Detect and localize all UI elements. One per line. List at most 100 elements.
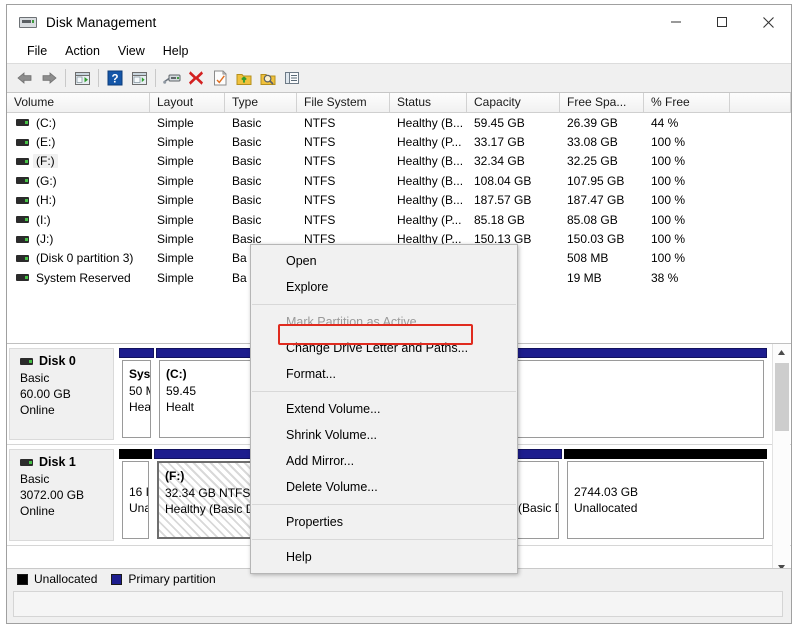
cell-status: Healthy (P... <box>397 135 462 150</box>
cell-fs: NTFS <box>304 193 336 208</box>
volume-icon <box>16 157 29 165</box>
menu-item-delete-volume[interactable]: Delete Volume... <box>251 474 517 500</box>
cell-capacity: 32.34 GB <box>474 154 525 169</box>
cell-free: 508 MB <box>567 251 609 266</box>
cell-free: 33.08 GB <box>567 135 618 150</box>
rescan-disks-icon[interactable] <box>160 66 184 90</box>
volume-icon <box>16 216 29 224</box>
cell-volume: (Disk 0 partition 3) <box>7 251 150 265</box>
export-list-icon[interactable] <box>232 66 256 90</box>
window-controls <box>653 5 791 39</box>
disk-info-panel[interactable]: Disk 1 Basic 3072.00 GB Online <box>9 449 114 541</box>
menu-item-properties[interactable]: Properties <box>251 509 517 535</box>
disk-title: Disk 0 <box>20 354 113 368</box>
up-one-level-icon[interactable] <box>70 66 94 90</box>
title-bar: Disk Management <box>7 5 791 39</box>
menu-action[interactable]: Action <box>56 42 109 60</box>
column-header-status[interactable]: Status <box>390 93 467 112</box>
legend-swatch-primary-partition <box>111 573 123 585</box>
table-row[interactable]: (F:) Simple Basic NTFS Healthy (B... 32.34 GB… <box>7 152 791 171</box>
cell-pct: 100 % <box>651 173 686 188</box>
detail-view-icon[interactable] <box>280 66 304 90</box>
properties-icon[interactable] <box>208 66 232 90</box>
column-header-type[interactable]: Type <box>225 93 297 112</box>
help-icon[interactable]: ? <box>103 66 127 90</box>
disk-name: Disk 1 <box>39 455 76 469</box>
column-header-percent-free[interactable]: % Free <box>644 93 730 112</box>
partition-block[interactable]: 2744.03 GB Unallocated <box>564 449 767 541</box>
menu-separator <box>252 504 516 505</box>
cell-pct: 100 % <box>651 212 686 227</box>
cell-capacity: 187.57 GB <box>474 193 532 208</box>
maximize-button[interactable] <box>699 5 745 39</box>
cell-type: Basic <box>232 173 262 188</box>
cell-layout: Simple <box>157 193 194 208</box>
scrollbar-thumb[interactable] <box>775 363 789 431</box>
cell-status: Healthy (B... <box>397 193 464 208</box>
disk-icon <box>20 458 33 466</box>
show-hide-console-tree-icon[interactable] <box>127 66 151 90</box>
delete-icon[interactable] <box>184 66 208 90</box>
menu-item-shrink-volume[interactable]: Shrink Volume... <box>251 422 517 448</box>
table-row[interactable]: (E:) Simple Basic NTFS Healthy (P... 33.17 GB… <box>7 132 791 151</box>
cell-capacity: 33.17 GB <box>474 135 525 150</box>
column-header-file-system[interactable]: File System <box>297 93 390 112</box>
volume-label: (G:) <box>36 173 57 188</box>
menu-help[interactable]: Help <box>154 42 198 60</box>
menu-item-change-drive-letter-and-paths[interactable]: Change Drive Letter and Paths... <box>251 335 517 361</box>
disk-type: Basic <box>20 371 50 385</box>
disk-icon <box>20 357 33 365</box>
volume-icon <box>16 274 29 282</box>
legend-label-primary-partition: Primary partition <box>128 572 216 586</box>
column-header-volume[interactable]: Volume <box>7 93 150 112</box>
table-row[interactable]: (C:) Simple Basic NTFS Healthy (B... 59.45 GB… <box>7 113 791 132</box>
volume-label: (F:) <box>33 154 58 169</box>
cell-free: 19 MB <box>567 270 602 285</box>
menu-item-add-mirror[interactable]: Add Mirror... <box>251 448 517 474</box>
menu-item-extend-volume[interactable]: Extend Volume... <box>251 396 517 422</box>
disk-size: 3072.00 GB <box>20 488 85 502</box>
menu-item-format[interactable]: Format... <box>251 361 517 387</box>
volume-icon <box>16 119 29 127</box>
column-header-layout[interactable]: Layout <box>150 93 225 112</box>
cell-fs: NTFS <box>304 135 336 150</box>
partition-block[interactable]: System Rese 50 MB NTFS Healthy (Syst <box>119 348 154 440</box>
table-row[interactable]: (I:) Simple Basic NTFS Healthy (P... 85.18 GB… <box>7 210 791 229</box>
partition-details: System Rese 50 MB NTFS Healthy (Syst <box>122 360 151 438</box>
cell-layout: Simple <box>157 270 194 285</box>
legend-item-unallocated: Unallocated <box>17 572 97 586</box>
cell-pct: 100 % <box>651 135 686 150</box>
partition-block[interactable]: 16 I Una <box>119 449 152 541</box>
partition-details: 2744.03 GB Unallocated <box>567 461 764 539</box>
close-button[interactable] <box>745 5 791 39</box>
volume-list-header: Volume Layout Type File System Status Ca… <box>7 93 791 113</box>
menu-file[interactable]: File <box>18 42 56 60</box>
cell-free: 187.47 GB <box>567 193 625 208</box>
graphical-view-scrollbar[interactable] <box>772 344 790 576</box>
minimize-button[interactable] <box>653 5 699 39</box>
volume-label: (E:) <box>36 135 56 150</box>
toolbar-separator <box>155 69 156 87</box>
back-arrow-icon[interactable] <box>13 66 37 90</box>
cell-type: Basic <box>232 212 262 227</box>
menu-item-open[interactable]: Open <box>251 248 517 274</box>
table-row[interactable]: (G:) Simple Basic NTFS Healthy (B... 108.04 G… <box>7 171 791 190</box>
forward-arrow-icon[interactable] <box>37 66 61 90</box>
search-icon[interactable] <box>256 66 280 90</box>
cell-layout: Simple <box>157 212 194 227</box>
cell-status: Healthy (B... <box>397 115 464 130</box>
menu-item-help[interactable]: Help <box>251 544 517 570</box>
volume-icon <box>16 254 29 262</box>
cell-fs: NTFS <box>304 212 336 227</box>
disk-info-panel[interactable]: Disk 0 Basic 60.00 GB Online <box>9 348 114 440</box>
volume-icon <box>16 138 29 146</box>
partition-line3: Unallocated <box>574 501 638 515</box>
scroll-up-icon[interactable] <box>773 344 790 361</box>
menu-item-explore[interactable]: Explore <box>251 274 517 300</box>
menu-view[interactable]: View <box>109 42 154 60</box>
partition-details: 16 I Una <box>122 461 149 539</box>
table-row[interactable]: (H:) Simple Basic NTFS Healthy (B... 187.57 G… <box>7 191 791 210</box>
column-header-free-space[interactable]: Free Spa... <box>560 93 644 112</box>
toolbar: ? <box>7 63 791 93</box>
column-header-capacity[interactable]: Capacity <box>467 93 560 112</box>
